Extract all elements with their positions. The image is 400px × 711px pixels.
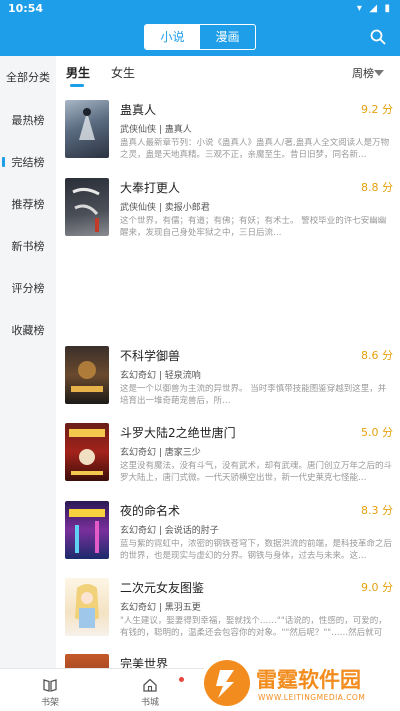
top-bar: 小说 漫画 [0, 18, 400, 56]
book-genre: 武侠仙侠 [120, 203, 157, 213]
sidebar-item-recommended[interactable]: 推荐榜 [0, 196, 56, 212]
book-title[interactable]: 蛊真人 [120, 101, 156, 118]
book-genre: 玄幻奇幻 [120, 448, 157, 458]
book-cover[interactable] [65, 178, 109, 236]
book-description: 蓝与紫的霓虹中，浓密的钢铁苍穹下，数据洪流的前端，是科技革命之后的世界，也是现实… [120, 539, 393, 561]
active-filter-indicator [70, 84, 84, 87]
book-meta: 玄幻奇幻 | 唐家三少 [120, 448, 201, 458]
book-meta: 玄幻奇幻 | 黑羽五更 [120, 603, 201, 613]
book-description: 蛊真人最新章节列：小说《蛊真人》蛊真人/著,蛊真人全文阅读人是万物之灵，蛊是天地… [120, 138, 390, 160]
nav-bookshelf-label: 书架 [40, 698, 59, 708]
book-title[interactable]: 不科学御兽 [120, 347, 180, 364]
bookshelf-icon [43, 679, 57, 692]
book-cover[interactable] [65, 423, 109, 481]
book-description: "人生建议，娶妻得到幸福，娶就找个……""话说的，性感的，可爱的，有钱的，聪明的… [120, 616, 387, 638]
book-meta: 武侠仙侠 | 蛊真人 [120, 125, 192, 135]
watermark-logo-icon [204, 660, 250, 706]
book-meta: 武侠仙侠 | 卖报小郎君 [120, 203, 210, 213]
book-cover[interactable] [65, 346, 109, 404]
book-score: 5.0 分 [361, 426, 393, 439]
book-meta: 玄幻奇幻 | 会说话的肘子 [120, 526, 219, 536]
book-item[interactable]: 二次元女友图鉴 9.0 分 玄幻奇幻 | 黑羽五更 "人生建议，娶妻得到幸福，娶… [63, 578, 395, 640]
nav-bookstore[interactable]: 书城 [130, 677, 170, 708]
book-author: 卖报小郎君 [164, 203, 210, 213]
book-score: 8.6 分 [361, 349, 393, 362]
home-icon [143, 678, 157, 692]
book-item[interactable]: 夜的命名术 8.3 分 玄幻奇幻 | 会说话的肘子 蓝与紫的霓虹中，浓密的钢铁苍… [63, 501, 395, 563]
status-bar: 10:54 ▾ ◢ ▮ [0, 0, 400, 18]
tab-comic[interactable]: 漫画 [200, 25, 255, 49]
book-author: 唐家三少 [164, 448, 201, 458]
book-item[interactable]: 不科学御兽 8.6 分 玄幻奇幻 | 轻泉流响 这是一个以御兽为主流的异世界。 … [63, 346, 395, 408]
book-score: 9.2 分 [361, 103, 393, 116]
book-title[interactable]: 夜的命名术 [120, 502, 180, 519]
sidebar-item-favorites[interactable]: 收藏榜 [0, 322, 56, 338]
caret-down-icon[interactable] [374, 70, 384, 76]
book-genre: 武侠仙侠 [120, 125, 157, 135]
book-cover[interactable] [65, 654, 109, 668]
book-title[interactable]: 大奉打更人 [120, 179, 180, 196]
book-item[interactable]: 大奉打更人 8.8 分 武侠仙侠 | 卖报小郎君 这个世界，有儒；有道；有佛；有… [63, 178, 395, 240]
notification-dot [179, 677, 184, 682]
search-icon[interactable] [370, 29, 386, 45]
book-cover[interactable] [65, 100, 109, 158]
book-item[interactable]: 蛊真人 9.2 分 武侠仙侠 | 蛊真人 蛊真人最新章节列：小说《蛊真人》蛊真人… [63, 100, 395, 162]
system-status-icons: ▾ ◢ ▮ [356, 3, 392, 14]
sidebar-item-rating[interactable]: 评分榜 [0, 280, 56, 296]
sidebar-item-all-categories[interactable]: 全部分类 [0, 69, 56, 85]
nav-bookstore-label: 书城 [140, 698, 159, 708]
book-title[interactable]: 斗罗大陆2之绝世唐门 [120, 424, 236, 441]
book-genre: 玄幻奇幻 [120, 603, 157, 613]
book-description: 这个世界，有儒；有道；有佛；有妖；有术士。 警校毕业的许七安幽幽醒来，发现自己身… [120, 216, 387, 238]
book-score: 8.3 分 [361, 504, 393, 517]
watermark-text: 雷霆软件园 [256, 668, 361, 692]
book-meta: 玄幻奇幻 | 轻泉流响 [120, 371, 201, 381]
filter-male[interactable]: 男生 [66, 64, 90, 81]
book-title[interactable]: 完美世界 [120, 655, 168, 668]
status-time: 10:54 [8, 2, 44, 15]
book-title[interactable]: 二次元女友图鉴 [120, 579, 204, 596]
tab-novel[interactable]: 小说 [145, 25, 200, 49]
book-cover[interactable] [65, 501, 109, 559]
filter-female[interactable]: 女生 [111, 64, 135, 81]
book-genre: 玄幻奇幻 [120, 526, 157, 536]
sidebar-item-completed[interactable]: 完结榜 [0, 154, 56, 170]
book-genre: 玄幻奇幻 [120, 371, 157, 381]
book-score: 9.0 分 [361, 581, 393, 594]
sidebar-item-hot[interactable]: 最热榜 [0, 112, 56, 128]
book-score: 8.8 分 [361, 181, 393, 194]
watermark-url: WWW.LEITINGMEDIA.COM [258, 693, 366, 702]
book-item[interactable]: 斗罗大陆2之绝世唐门 5.0 分 玄幻奇幻 | 唐家三少 这里没有魔法，没有斗气… [63, 423, 395, 485]
watermark: 雷霆软件园 WWW.LEITINGMEDIA.COM [204, 654, 400, 711]
book-author: 蛊真人 [164, 125, 192, 135]
sidebar-item-new[interactable]: 新书榜 [0, 238, 56, 254]
content-type-switch: 小说 漫画 [144, 24, 256, 50]
book-author: 会说话的肘子 [164, 526, 219, 536]
book-author: 轻泉流响 [164, 371, 201, 381]
sort-dropdown[interactable]: 周榜 [352, 65, 374, 81]
book-description: 这里没有魔法，没有斗气，没有武术，却有武魂。唐门创立万年之后的斗罗大陆上，唐门式… [120, 461, 393, 483]
ranking-sidebar: 全部分类 最热榜 完结榜 推荐榜 新书榜 评分榜 收藏榜 [0, 56, 56, 668]
book-description: 这是一个以御兽为主流的异世界。 当时李慎带技能图鉴穿越到这里，并培育出一堆奇葩宠… [120, 384, 387, 406]
book-cover[interactable] [65, 578, 109, 636]
book-author: 黑羽五更 [164, 603, 201, 613]
nav-bookshelf[interactable]: 书架 [30, 677, 70, 708]
